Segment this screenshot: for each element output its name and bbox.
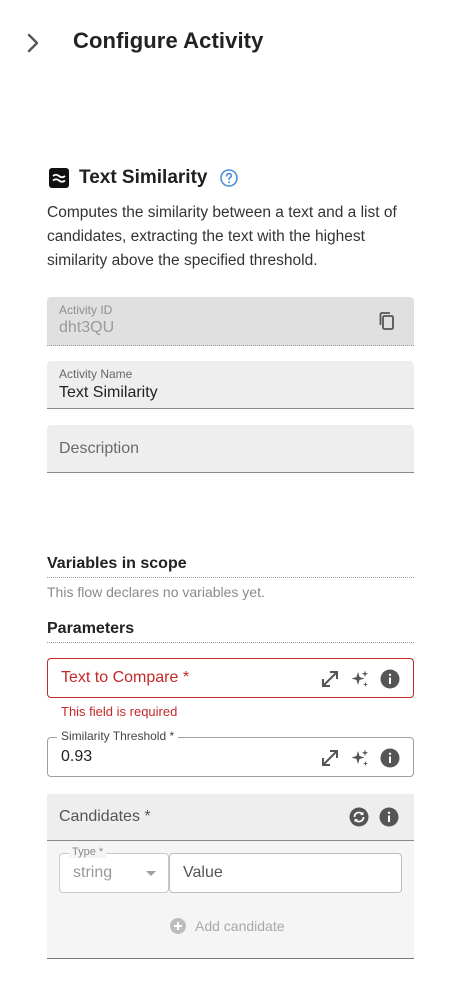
help-icon[interactable] [219,168,239,188]
similarity-threshold-label: Similarity Threshold * [57,729,179,743]
description-field[interactable]: Description [47,425,414,473]
candidate-value-input[interactable]: Value [169,853,402,893]
info-icon[interactable] [378,806,400,828]
sparkle-icon[interactable] [349,668,371,690]
approx-equal-icon [49,168,69,188]
variables-section-title: Variables in scope [47,555,414,578]
required-error-text: This field is required [61,704,178,719]
expand-chevron-icon[interactable] [18,28,48,58]
page-title: Configure Activity [73,28,264,53]
candidates-header: Candidates * [47,794,414,841]
activity-description: Computes the similarity between a text a… [47,204,397,269]
activity-id-label: Activity ID [59,303,113,317]
similarity-threshold-field[interactable]: Similarity Threshold * 0.93 [47,729,414,777]
text-to-compare-field[interactable]: Text to Compare * [47,658,414,698]
copy-icon[interactable] [376,310,398,332]
add-candidate-button[interactable]: Add candidate [169,917,285,935]
add-candidate-label: Add candidate [195,918,285,934]
info-icon[interactable] [379,668,401,690]
activity-name-value[interactable]: Text Similarity [59,384,158,402]
expand-icon[interactable] [319,747,341,769]
expand-icon[interactable] [319,668,341,690]
refresh-icon[interactable] [348,806,370,828]
candidate-type-label: Type * [69,846,107,858]
candidates-label: Candidates * [59,808,151,825]
activity-id-field: Activity ID dht3QU [47,297,414,346]
info-icon[interactable] [379,747,401,769]
activity-name-field[interactable]: Activity Name Text Similarity [47,361,414,409]
description-placeholder: Description [59,440,140,457]
variables-empty-text: This flow declares no variables yet. [47,584,265,600]
text-to-compare-label: Text to Compare * [61,669,190,686]
activity-title: Text Similarity [79,167,208,188]
add-circle-icon [169,917,187,935]
parameters-section-title: Parameters [47,620,414,643]
dropdown-caret-icon [146,871,156,876]
similarity-threshold-value[interactable]: 0.93 [61,748,92,766]
activity-id-value: dht3QU [59,319,115,336]
activity-name-label: Activity Name [59,367,133,381]
candidate-type-value: string [73,864,113,881]
candidate-value-placeholder: Value [183,864,223,881]
candidate-type-select[interactable]: Type * string [59,846,169,893]
sparkle-icon[interactable] [349,747,371,769]
